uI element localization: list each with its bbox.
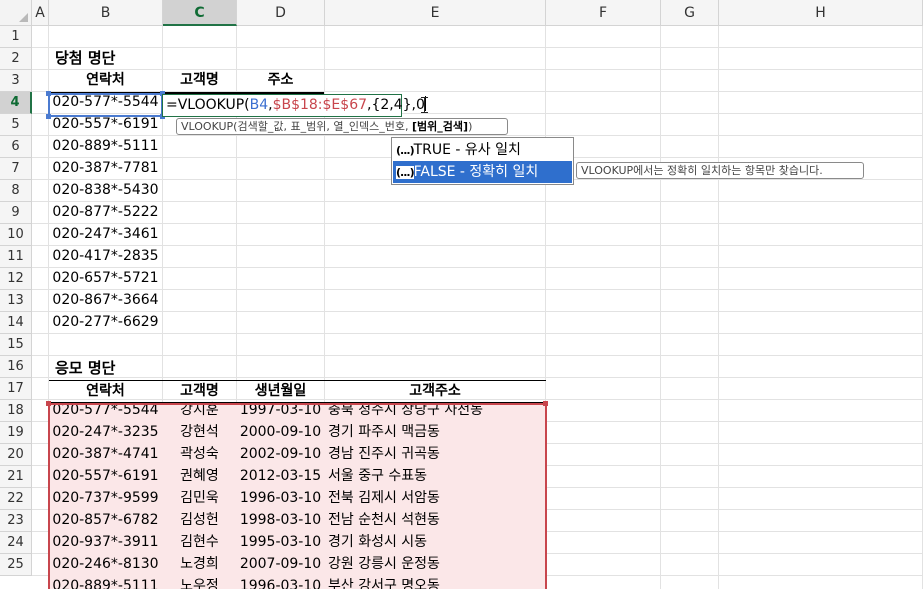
gridline-horizontal: [32, 311, 923, 312]
text-caret: [424, 96, 426, 111]
applicants-header-top-border: [49, 380, 546, 381]
ellipsis-icon: (...): [396, 166, 415, 179]
autocomplete-item-false[interactable]: (...)FALSE - 정확히 일치: [393, 161, 572, 183]
gridline-horizontal: [32, 245, 923, 246]
column-header-h[interactable]: H: [719, 0, 923, 26]
reference-handle[interactable]: [46, 91, 51, 96]
winners-header-name: 고객명: [180, 72, 219, 88]
winners-header-phone: 연락처: [86, 72, 125, 88]
reference-box-b4: [48, 93, 163, 117]
formula-ref-b4: B4: [249, 97, 269, 113]
winner-phone-cell[interactable]: 020-657*-5721: [49, 268, 162, 289]
row-header-13[interactable]: 13: [0, 290, 32, 312]
formula-rest: ,{2,4},0: [367, 97, 425, 113]
winners-header-address: 주소: [267, 72, 294, 88]
gridline-horizontal: [32, 289, 923, 290]
reference-handle[interactable]: [543, 401, 548, 406]
winner-phone-cell[interactable]: 020-867*-3664: [49, 290, 162, 311]
reference-handle[interactable]: [46, 401, 51, 406]
applicants-header-address: 고객주소: [409, 383, 461, 399]
tooltip-args-middle[interactable]: , 표_범위, 열_인덱스_번호,: [283, 120, 412, 133]
tooltip-arg-lookup-value[interactable]: 검색할_값: [237, 120, 283, 133]
gridline-vertical: [718, 26, 719, 589]
winner-phone-cell[interactable]: 020-277*-6629: [49, 312, 162, 333]
function-syntax-tooltip: VLOOKUP(검색할_값, 표_범위, 열_인덱스_번호, [범위_검색]): [176, 118, 508, 135]
column-header-e[interactable]: E: [325, 0, 546, 26]
row-header-11[interactable]: 11: [0, 246, 32, 268]
row-header-20[interactable]: 20: [0, 444, 32, 466]
row-header-3[interactable]: 3: [0, 70, 32, 92]
row-header-23[interactable]: 23: [0, 510, 32, 532]
column-header-b[interactable]: B: [49, 0, 163, 26]
column-header-g[interactable]: G: [661, 0, 719, 26]
applicants-header-birthdate: 생년월일: [254, 383, 307, 399]
row-header-21[interactable]: 21: [0, 466, 32, 488]
formula-edit-cell[interactable]: =VLOOKUP(B4,$B$18:$E$67,{2,4},0: [162, 94, 426, 117]
ibeam-cursor-icon: [421, 97, 428, 113]
reference-handle[interactable]: [46, 114, 51, 119]
winner-phone-cell[interactable]: 020-877*-5222: [49, 202, 162, 223]
row-header-1[interactable]: 1: [0, 26, 32, 48]
applicants-header-name: 고객명: [180, 383, 219, 399]
formula-ref-range: $B$18:$E$67: [272, 97, 368, 113]
gridline-horizontal: [32, 135, 923, 136]
tooltip-function[interactable]: VLOOKUP(: [181, 120, 237, 133]
autocomplete-dropdown[interactable]: (...)TRUE - 유사 일치 (...)FALSE - 정확히 일치: [391, 137, 574, 185]
row-header-6[interactable]: 6: [0, 136, 32, 158]
reference-box-range: [48, 403, 547, 589]
formula-prefix: =VLOOKUP(: [166, 97, 250, 113]
row-header-2[interactable]: 2: [0, 48, 32, 70]
autocomplete-item-true[interactable]: (...)TRUE - 유사 일치: [393, 139, 572, 161]
select-all-corner[interactable]: [0, 0, 32, 26]
gridline-vertical: [660, 26, 661, 589]
row-header-9[interactable]: 9: [0, 202, 32, 224]
autocomplete-item-label: FALSE - 정확히 일치: [413, 164, 539, 180]
column-header-f[interactable]: F: [546, 0, 661, 26]
row-header-15[interactable]: 15: [0, 334, 32, 356]
winner-phone-cell[interactable]: 020-557*-6191: [49, 114, 162, 135]
row-header-16[interactable]: 16: [0, 356, 32, 378]
row-header-5[interactable]: 5: [0, 114, 32, 136]
winner-phone-cell[interactable]: 020-889*-5111: [49, 136, 162, 157]
column-header-c[interactable]: C: [163, 0, 237, 26]
column-header-a[interactable]: A: [32, 0, 49, 26]
autocomplete-item-label: TRUE - 유사 일치: [413, 142, 521, 158]
gridline-horizontal: [32, 201, 923, 202]
ellipsis-icon: (...): [396, 144, 415, 157]
gridline-horizontal: [32, 355, 923, 356]
row-header-14[interactable]: 14: [0, 312, 32, 334]
gridline-horizontal: [32, 267, 923, 268]
applicants-title: 응모 명단: [55, 359, 116, 377]
row-header-17[interactable]: 17: [0, 378, 32, 400]
winner-phone-cell[interactable]: 020-387*-7781: [49, 158, 162, 179]
row-header-19[interactable]: 19: [0, 422, 32, 444]
row-header-18[interactable]: 18: [0, 400, 32, 422]
tooltip-arg-range-lookup[interactable]: [범위_검색]: [412, 120, 468, 133]
spreadsheet-grid[interactable]: ABCDEFGH 1 2 3 4 5 6 7 8 9 10 11 12 13 14 15 16 17 18 19 20…: [0, 0, 923, 589]
row-header-24[interactable]: 24: [0, 532, 32, 554]
gridline-horizontal: [32, 47, 923, 48]
row-header-7[interactable]: 7: [0, 158, 32, 180]
applicants-header-phone: 연락처: [86, 383, 125, 399]
gridline-horizontal: [32, 333, 923, 334]
row-header-22[interactable]: 22: [0, 488, 32, 510]
row-header-25[interactable]: 25: [0, 554, 32, 576]
winners-title: 당첨 명단: [55, 49, 116, 67]
winner-phone-cell[interactable]: 020-247*-3461: [49, 224, 162, 245]
winner-phone-cell[interactable]: 020-838*-5430: [49, 180, 162, 201]
row-header-8[interactable]: 8: [0, 180, 32, 202]
winner-phone-cell[interactable]: 020-417*-2835: [49, 246, 162, 267]
tooltip-end: ): [468, 120, 473, 133]
gridline-horizontal: [32, 223, 923, 224]
gridline-horizontal: [32, 377, 923, 378]
column-header-d[interactable]: D: [237, 0, 325, 26]
autocomplete-description-tooltip: VLOOKUP에서는 정확히 일치하는 항목만 찾습니다.: [576, 162, 864, 179]
row-header-4[interactable]: 4: [0, 92, 32, 114]
row-header-12[interactable]: 12: [0, 268, 32, 290]
row-header-10[interactable]: 10: [0, 224, 32, 246]
